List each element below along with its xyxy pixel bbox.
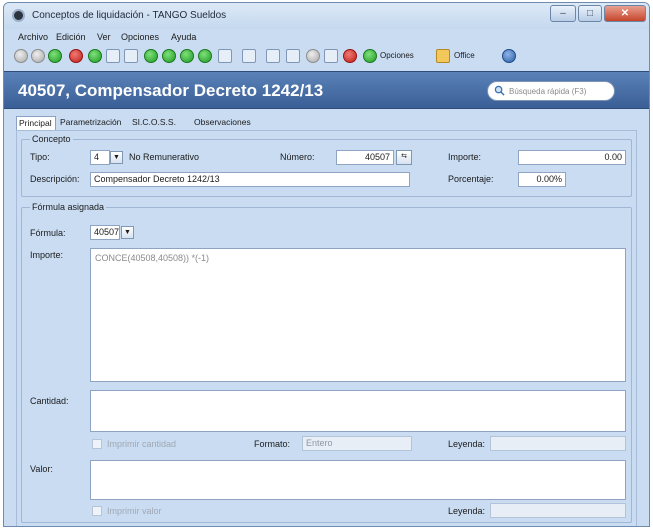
first-record-icon[interactable] bbox=[144, 49, 158, 63]
menu-bar: Archivo Edición Ver Opciones Ayuda bbox=[4, 31, 649, 45]
tab-observaciones[interactable]: Observaciones bbox=[192, 116, 262, 130]
menu-archivo[interactable]: Archivo bbox=[18, 32, 48, 42]
imprimir-cantidad-checkbox[interactable] bbox=[92, 439, 102, 449]
last-record-icon[interactable] bbox=[198, 49, 212, 63]
porcentaje-field[interactable]: 0.00% bbox=[518, 172, 566, 187]
search-icon bbox=[494, 85, 505, 96]
valor-textarea[interactable] bbox=[90, 460, 626, 500]
descripcion-label: Descripción: bbox=[30, 174, 80, 184]
numero-field[interactable]: 40507 bbox=[336, 150, 394, 165]
leyenda-valor-label: Leyenda: bbox=[448, 506, 486, 516]
filter-icon[interactable] bbox=[242, 49, 256, 63]
office-dropdown[interactable]: Office bbox=[454, 51, 475, 60]
maximize-icon: □ bbox=[586, 8, 594, 19]
help-icon[interactable] bbox=[502, 49, 516, 63]
numero-label: Número: bbox=[280, 152, 315, 162]
importe-field[interactable]: 0.00 bbox=[518, 150, 626, 165]
app-icon bbox=[12, 9, 25, 22]
green-plus-icon[interactable] bbox=[48, 49, 62, 63]
formula-group-title: Fórmula asignada bbox=[30, 202, 107, 212]
menu-edicion[interactable]: Edición bbox=[56, 32, 86, 42]
numero-lookup-button[interactable]: ⇆ bbox=[396, 150, 412, 165]
tipo-field[interactable]: 4 bbox=[90, 150, 110, 165]
next-record-icon[interactable] bbox=[180, 49, 194, 63]
quick-search-input[interactable]: Búsqueda rápida (F3) bbox=[487, 81, 615, 101]
close-button[interactable]: ✕ bbox=[604, 5, 646, 22]
formula-importe-textarea[interactable]: CONCE(40508,40508)) *(-1) bbox=[90, 248, 626, 382]
tipo-dropdown-button[interactable]: ▼ bbox=[110, 151, 123, 164]
sort-icon[interactable] bbox=[286, 49, 300, 63]
close-icon: ✕ bbox=[620, 8, 630, 19]
formula-group: Fórmula asignada Fórmula: 40507 ▼ Import… bbox=[21, 202, 632, 523]
imprimir-valor-checkbox[interactable] bbox=[92, 506, 102, 516]
formato-field[interactable]: Entero bbox=[302, 436, 412, 451]
cantidad-label: Cantidad: bbox=[30, 396, 69, 406]
chevron-down-icon: ▼ bbox=[113, 154, 120, 161]
opciones-dropdown[interactable]: Opciones bbox=[380, 51, 414, 60]
refresh-icon[interactable] bbox=[124, 49, 138, 63]
leyenda-valor-field[interactable] bbox=[490, 503, 626, 518]
gray-circle-icon[interactable] bbox=[31, 49, 45, 63]
importe-label: Importe: bbox=[448, 152, 482, 162]
concepto-group: Concepto Tipo: 4 ▼ No Remunerativo Númer… bbox=[21, 134, 632, 197]
tipo-label: Tipo: bbox=[30, 152, 50, 162]
leyenda-label: Leyenda: bbox=[448, 439, 486, 449]
formula-importe-label: Importe: bbox=[30, 250, 64, 260]
formato-label: Formato: bbox=[254, 439, 291, 449]
imprimir-cantidad-label: Imprimir cantidad bbox=[107, 439, 177, 449]
toolbar: Opciones Office bbox=[4, 47, 649, 67]
gray-circle-icon[interactable] bbox=[14, 49, 28, 63]
leyenda-field[interactable] bbox=[490, 436, 626, 451]
edit-icon[interactable] bbox=[106, 49, 120, 63]
grid-icon[interactable] bbox=[266, 49, 280, 63]
application-window: Conceptos de liquidación - TANGO Sueldos… bbox=[3, 2, 650, 527]
menu-ayuda[interactable]: Ayuda bbox=[171, 32, 196, 42]
record-header: 40507, Compensador Decreto 1242/13 Búsqu… bbox=[4, 71, 649, 109]
porcentaje-label: Porcentaje: bbox=[448, 174, 494, 184]
descripcion-field[interactable]: Compensador Decreto 1242/13 bbox=[90, 172, 410, 187]
view-icon[interactable] bbox=[218, 49, 232, 63]
search-placeholder: Búsqueda rápida (F3) bbox=[509, 87, 587, 96]
minimize-icon: – bbox=[560, 8, 566, 19]
tab-sicoss[interactable]: SI.C.O.S.S. bbox=[130, 116, 190, 130]
menu-ver[interactable]: Ver bbox=[97, 32, 111, 42]
link-icon[interactable] bbox=[343, 49, 357, 63]
previous-record-icon[interactable] bbox=[162, 49, 176, 63]
formula-dropdown-button[interactable]: ▼ bbox=[121, 226, 134, 239]
lookup-icon: ⇆ bbox=[401, 153, 407, 160]
principal-panel: Concepto Tipo: 4 ▼ No Remunerativo Númer… bbox=[16, 130, 637, 526]
red-minus-icon[interactable] bbox=[69, 49, 83, 63]
maximize-button[interactable]: □ bbox=[578, 5, 602, 22]
imprimir-valor-label: Imprimir valor bbox=[107, 506, 162, 516]
record-title: 40507, Compensador Decreto 1242/13 bbox=[18, 81, 324, 100]
menu-opciones[interactable]: Opciones bbox=[121, 32, 159, 42]
formula-field[interactable]: 40507 bbox=[90, 225, 120, 240]
print-preview-icon[interactable] bbox=[324, 49, 338, 63]
green-circle-icon[interactable] bbox=[88, 49, 102, 63]
chevron-down-icon: ▼ bbox=[124, 229, 131, 236]
tipo-description: No Remunerativo bbox=[129, 152, 200, 162]
tab-principal[interactable]: Principal bbox=[16, 116, 56, 130]
cantidad-textarea[interactable] bbox=[90, 390, 626, 432]
minimize-button[interactable]: – bbox=[550, 5, 576, 22]
options-icon[interactable] bbox=[363, 49, 377, 63]
tab-parametrizacion[interactable]: Parametrización bbox=[58, 116, 128, 130]
formula-label: Fórmula: bbox=[30, 228, 66, 238]
valor-label: Valor: bbox=[30, 464, 53, 474]
concepto-group-title: Concepto bbox=[30, 134, 73, 144]
office-icon[interactable] bbox=[436, 49, 450, 63]
tools-icon[interactable] bbox=[306, 49, 320, 63]
title-bar: Conceptos de liquidación - TANGO Sueldos… bbox=[4, 3, 649, 29]
window-title: Conceptos de liquidación - TANGO Sueldos bbox=[32, 10, 227, 21]
